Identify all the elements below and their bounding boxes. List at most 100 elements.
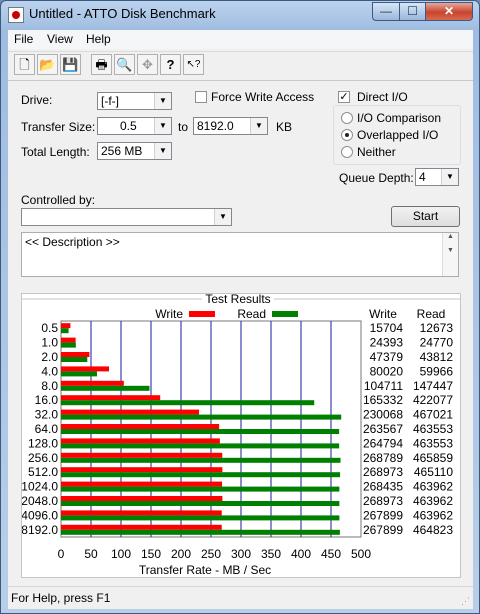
title-bar[interactable]: Untitled - ATTO Disk Benchmark — ☐ ✕ — [1, 1, 479, 29]
description-textarea[interactable]: << Description >> ▲ ▼ — [21, 232, 459, 277]
read-bar — [61, 443, 340, 449]
help-icon[interactable]: ? — [160, 54, 181, 75]
chevron-down-icon[interactable]: ▼ — [154, 143, 171, 159]
read-value-label: 464823 — [413, 523, 453, 537]
write-bar — [61, 323, 71, 329]
menu-view[interactable]: View — [47, 32, 73, 46]
write-bar — [61, 424, 220, 429]
print-preview-icon[interactable]: 🔍 — [114, 54, 135, 75]
total-length-label: Total Length: — [21, 145, 90, 159]
transfer-size-to-value: 8192.0 — [197, 119, 234, 133]
controlled-by-select[interactable]: ▼ — [21, 208, 232, 226]
write-value-label: 268789 — [363, 451, 403, 465]
results-title: Test Results — [205, 294, 270, 306]
read-bar — [61, 400, 315, 406]
start-button[interactable]: Start — [391, 206, 460, 227]
drive-select[interactable]: [-f-] ▼ — [97, 92, 172, 110]
y-tick-label: 128.0 — [28, 436, 58, 450]
app-icon[interactable] — [8, 7, 24, 23]
force-write-checkbox[interactable] — [195, 91, 207, 103]
write-value-label: 268973 — [363, 465, 403, 479]
x-axis-label: Transfer Rate - MB / Sec — [139, 563, 271, 577]
print-icon[interactable]: 🖶 — [91, 54, 112, 75]
controlled-by-label: Controlled by: — [21, 193, 96, 207]
read-value-label: 463553 — [413, 422, 453, 436]
chevron-down-icon[interactable]: ▼ — [154, 118, 171, 134]
write-bar — [61, 352, 90, 357]
close-button[interactable]: ✕ — [425, 2, 473, 21]
write-bar — [61, 496, 223, 501]
x-tick-label: 0 — [58, 547, 65, 561]
x-tick-label: 500 — [351, 547, 371, 561]
write-value-label: 15704 — [370, 321, 404, 335]
x-tick-label: 300 — [231, 547, 251, 561]
y-tick-label: 8192.0 — [22, 523, 58, 537]
resize-grip-icon[interactable]: ⋰ — [461, 597, 471, 607]
write-bar — [61, 452, 223, 458]
save-icon[interactable]: 💾 — [60, 54, 81, 75]
write-value-label: 80020 — [370, 364, 404, 378]
menu-file[interactable]: File — [14, 32, 33, 46]
chevron-down-icon[interactable]: ▼ — [250, 118, 267, 134]
y-tick-label: 1.0 — [41, 336, 58, 350]
read-value-label: 463553 — [413, 436, 453, 450]
read-value-label: 465110 — [414, 465, 453, 479]
neither-radio[interactable] — [341, 146, 353, 158]
read-value-label: 147447 — [413, 379, 453, 393]
x-tick-label: 250 — [201, 547, 221, 561]
write-bar — [61, 395, 161, 401]
menu-help[interactable]: Help — [86, 32, 111, 46]
queue-depth-label: Queue Depth: — [339, 171, 414, 185]
x-tick-label: 200 — [171, 547, 191, 561]
chevron-down-icon[interactable]: ▼ — [441, 169, 458, 185]
write-value-label: 268973 — [363, 494, 403, 508]
read-bar — [61, 414, 342, 420]
write-value-label: 264794 — [363, 436, 403, 450]
overlapped-io-label: Overlapped I/O — [357, 128, 439, 142]
move-icon[interactable]: ✥ — [137, 54, 158, 75]
read-legend-swatch — [272, 311, 298, 317]
overlapped-io-radio[interactable] — [341, 129, 353, 141]
io-comparison-radio[interactable] — [341, 112, 353, 124]
open-folder-icon[interactable]: 📂 — [37, 54, 58, 75]
read-bar — [61, 529, 340, 535]
y-tick-label: 64.0 — [35, 422, 59, 436]
write-value-label: 104711 — [364, 379, 403, 393]
write-value-label: 24393 — [370, 336, 404, 350]
read-bar — [61, 515, 340, 521]
chevron-down-icon[interactable]: ▼ — [214, 209, 231, 225]
window-title: Untitled - ATTO Disk Benchmark — [29, 6, 216, 21]
x-tick-label: 450 — [321, 547, 341, 561]
chevron-down-icon[interactable]: ▼ — [154, 93, 171, 109]
status-bar: For Help, press F1 ⋰ — [8, 586, 473, 609]
write-bar — [61, 438, 220, 444]
write-bar — [61, 380, 124, 386]
direct-io-label: Direct I/O — [357, 90, 408, 104]
force-write-label: Force Write Access — [211, 90, 315, 104]
read-value-label: 465859 — [413, 451, 453, 465]
write-bar — [61, 467, 223, 473]
maximize-button[interactable]: ☐ — [399, 2, 426, 21]
context-help-icon[interactable]: ↖? — [183, 54, 204, 75]
total-length-select[interactable]: 256 MB ▼ — [97, 142, 172, 160]
x-tick-label: 150 — [141, 547, 161, 561]
test-results-panel: Test Results Write Read Write Read 0 50 10… — [21, 293, 461, 578]
read-bar — [61, 472, 341, 478]
transfer-size-to-select[interactable]: 8192.0 ▼ — [193, 117, 268, 135]
transfer-size-from-value: 0.5 — [120, 119, 137, 133]
total-length-value: 256 MB — [101, 144, 143, 158]
transfer-size-from-select[interactable]: 0.5 ▼ — [97, 117, 172, 135]
y-tick-label: 1024.0 — [22, 480, 58, 494]
minimize-button[interactable]: — — [372, 2, 400, 21]
new-file-icon[interactable]: 🗋 — [14, 54, 35, 75]
direct-io-checkbox[interactable]: ✓ — [338, 91, 350, 103]
write-value-label: 263567 — [363, 422, 403, 436]
read-value-label: 24770 — [420, 336, 454, 350]
description-scrollbar[interactable]: ▲ ▼ — [442, 233, 458, 276]
app-window: Untitled - ATTO Disk Benchmark — ☐ ✕ Fil… — [0, 0, 480, 614]
queue-depth-select[interactable]: 4 ▼ — [415, 168, 459, 186]
read-value-label: 463962 — [413, 494, 453, 508]
write-value-label: 267899 — [363, 508, 403, 522]
y-tick-label: 256.0 — [28, 451, 58, 465]
read-value-label: 467021 — [413, 408, 453, 422]
